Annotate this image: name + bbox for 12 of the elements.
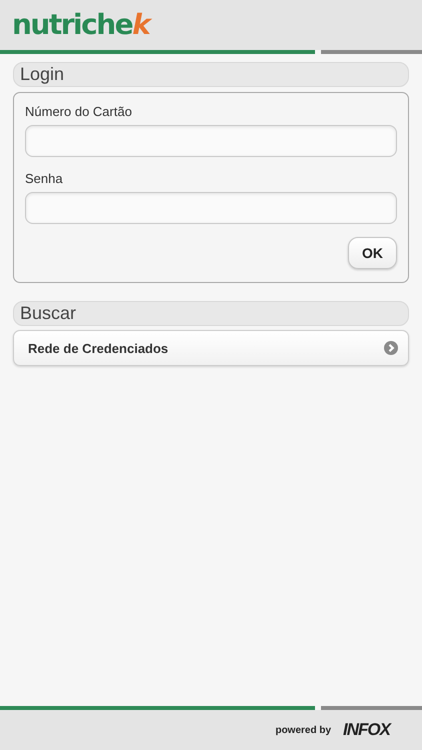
list-item[interactable]: Rede de Credenciados (13, 330, 409, 366)
field-label: Número do Cartão (25, 104, 133, 119)
section-title: Login (13, 62, 409, 87)
logo: nutrichek (12, 11, 150, 39)
ok-button[interactable]: OK (348, 237, 397, 269)
brand-logo: INFOX (343, 720, 390, 740)
powered-by-text: powered by (275, 724, 332, 736)
field-label: Senha (25, 171, 64, 186)
section-title: Buscar (13, 301, 409, 326)
input-field[interactable] (25, 125, 397, 157)
chevron-icon (384, 341, 398, 355)
input-field[interactable] (25, 192, 397, 224)
